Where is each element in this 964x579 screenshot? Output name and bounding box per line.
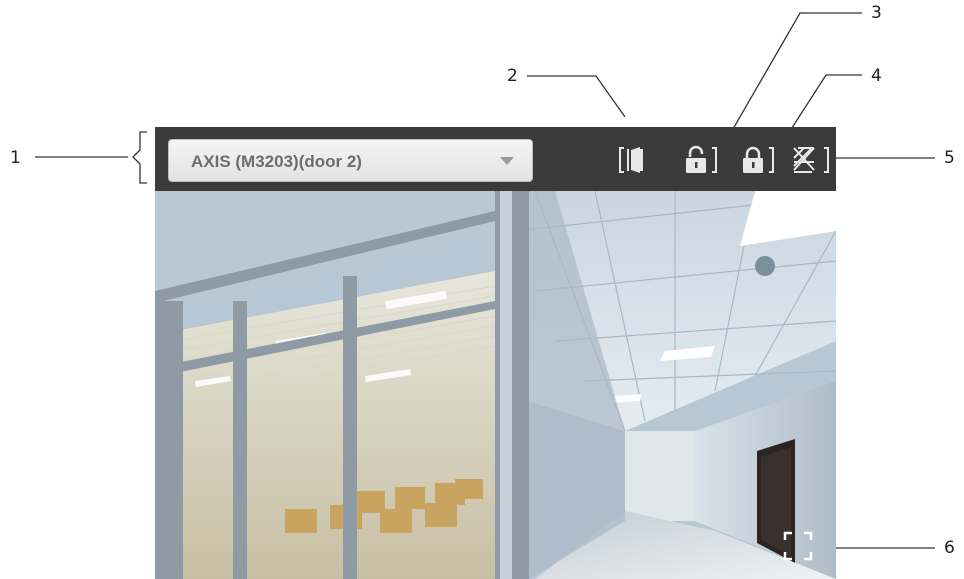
callout-5: 5: [944, 148, 955, 168]
lock-icon: [743, 146, 774, 173]
lock-button[interactable]: [738, 144, 774, 176]
callout-3: 3: [871, 3, 882, 23]
door-view-panel: AXIS (M3203)(door 2): [155, 127, 836, 579]
office-corridor-image: [155, 191, 836, 579]
unlock-button[interactable]: [681, 144, 717, 176]
access-door-button[interactable]: [618, 144, 650, 176]
unlock-icon: [686, 145, 717, 173]
door-disabled-icon: [793, 147, 829, 173]
camera-video-feed: [155, 191, 836, 579]
door-select-dropdown[interactable]: AXIS (M3203)(door 2): [168, 139, 533, 182]
callout-6: 6: [944, 538, 955, 558]
callout-1: 1: [10, 148, 21, 168]
callout-2: 2: [507, 66, 518, 86]
callout-4: 4: [871, 66, 882, 86]
toolbar: AXIS (M3203)(door 2): [155, 127, 836, 191]
door-disable-button[interactable]: [790, 144, 829, 176]
fullscreen-icon: [783, 531, 813, 561]
chevron-down-icon: [500, 157, 514, 165]
door-access-icon: [619, 147, 643, 173]
door-select-value: AXIS (M3203)(door 2): [191, 152, 362, 171]
fullscreen-button[interactable]: [783, 531, 813, 561]
